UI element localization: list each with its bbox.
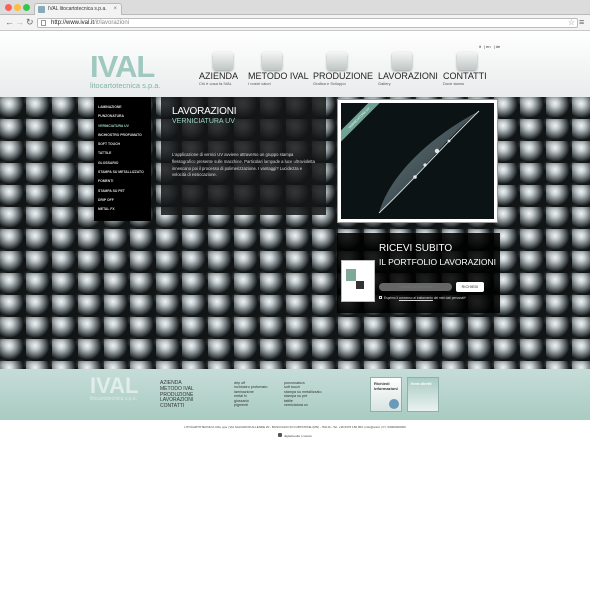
method-icon bbox=[262, 52, 282, 70]
submenu-item-active[interactable]: VERNICIATURA UV bbox=[94, 124, 151, 133]
submenu-item[interactable]: STAMPA SU PET bbox=[94, 189, 151, 198]
portfolio-thumbnail bbox=[341, 260, 375, 302]
feather-image: VERNICIATURA UV bbox=[341, 103, 494, 219]
promo-title: RICEVI SUBITO bbox=[379, 243, 453, 254]
nav-label: LAVORAZIONI bbox=[378, 71, 438, 81]
feature-photo: VERNICIATURA UV bbox=[337, 99, 498, 223]
submenu-item[interactable]: LAMINAZIONE bbox=[94, 105, 151, 114]
language-switcher: it | en | de bbox=[479, 44, 501, 49]
page-subtitle: VERNICIATURA UV bbox=[172, 118, 235, 125]
page-title: LAVORAZIONI bbox=[172, 106, 237, 117]
request-info-box[interactable]: Richiedi informazioni bbox=[370, 377, 402, 412]
nav-sublabel: Grafica e Sviluppo bbox=[313, 81, 346, 86]
footer-logo[interactable]: IVAL litocartotecnica s.p.a. bbox=[90, 373, 139, 403]
browser-tab[interactable]: IVAL litocartotecnica s.p.a. × bbox=[34, 3, 122, 15]
nav-sublabel: Gallery bbox=[378, 81, 391, 86]
fair-label: fiera diretti bbox=[411, 381, 432, 386]
submenu-item[interactable]: TATTILE bbox=[94, 151, 151, 160]
footer-logo-mark: IVAL bbox=[90, 373, 139, 398]
footer-process-links-1: drip off inchiostro profumato laminazion… bbox=[234, 381, 267, 407]
page-icon bbox=[41, 20, 46, 26]
production-icon bbox=[327, 52, 347, 70]
nav-label: PRODUZIONE bbox=[313, 71, 374, 81]
nav-label: AZIENDA bbox=[199, 71, 239, 81]
nav-produzione[interactable]: PRODUZIONE Grafica e Sviluppo bbox=[313, 52, 373, 86]
nav-label: METODO IVAL bbox=[248, 71, 309, 81]
footer-main-links: AZIENDA METODO IVAL PRODUZIONE LAVORAZIO… bbox=[160, 380, 194, 410]
url-host: http://www.ival.it bbox=[51, 20, 95, 26]
footer-link[interactable]: pigmenti bbox=[234, 403, 267, 407]
footer-link[interactable]: CONTATTI bbox=[160, 403, 194, 410]
submenu-item[interactable]: METAL FX bbox=[94, 207, 151, 216]
submenu-item[interactable]: STAMPA SU METALLIZZATO bbox=[94, 170, 151, 179]
footer-logo-subtitle: litocartotecnica s.p.a. bbox=[90, 396, 137, 402]
lavorazioni-submenu: LAMINAZIONE PUNZONATURA VERNICIATURA UV … bbox=[94, 97, 151, 221]
submenu-item[interactable]: INCHIOSTRO PROFUMATO bbox=[94, 133, 151, 142]
nav-sublabel: I nostri valori bbox=[248, 81, 271, 86]
submenu-item[interactable]: PUNZONATURA bbox=[94, 114, 151, 123]
nav-metodo-ival[interactable]: METODO IVAL I nostri valori bbox=[248, 52, 309, 86]
consent-checkbox[interactable] bbox=[379, 296, 382, 299]
privacy-link[interactable]: consenso al trattamento bbox=[399, 296, 433, 300]
privacy-suffix: dei miei dati personali* bbox=[433, 296, 466, 300]
browser-toolbar: ← → ↻ http://www.ival.it/it/lavorazioni … bbox=[0, 15, 590, 31]
credit-line[interactable]: digitalmedia | custom bbox=[0, 433, 590, 438]
lang-it[interactable]: it bbox=[479, 44, 481, 49]
nav-azienda[interactable]: AZIENDA Chi è cosa fa IVAL bbox=[199, 52, 238, 86]
portfolio-request-box: RICEVI SUBITO IL PORTFOLIO LAVORAZIONI R… bbox=[337, 233, 500, 313]
request-button[interactable]: RICHIEDI bbox=[456, 282, 484, 292]
back-icon[interactable]: ← bbox=[5, 17, 14, 28]
nav-lavorazioni[interactable]: LAVORAZIONI Gallery bbox=[378, 52, 438, 86]
browser-tab-bar: IVAL litocartotecnica s.p.a. × bbox=[0, 0, 590, 15]
close-window-button[interactable] bbox=[5, 4, 12, 11]
logo-subtitle: litocartotecnica s.p.a. bbox=[90, 81, 161, 90]
company-info: LITOCARTOTECNICA IVAL spa | VIA SALVADOR… bbox=[184, 425, 406, 429]
close-tab-icon[interactable]: × bbox=[113, 4, 117, 15]
submenu-item[interactable]: SOFT TOUCH bbox=[94, 142, 151, 151]
nav-sublabel: Dove siamo bbox=[443, 81, 465, 86]
request-info-label: Richiedi informazioni bbox=[374, 381, 398, 391]
web-page: it | en | de IVAL litocartotecnica s.p.a. … bbox=[0, 32, 590, 590]
privacy-consent[interactable]: Esprimo il consenso al trattamento dei m… bbox=[379, 296, 466, 300]
reload-icon[interactable]: ↻ bbox=[26, 17, 34, 28]
address-bar[interactable]: http://www.ival.it/it/lavorazioni ☆ bbox=[37, 18, 578, 28]
privacy-prefix: Esprimo il bbox=[384, 296, 398, 300]
content-panel: LAVORAZIONI VERNICIATURA UV L'applicazio… bbox=[161, 97, 326, 215]
lang-de[interactable]: de bbox=[496, 44, 500, 49]
gallery-icon bbox=[392, 52, 412, 70]
office-icon bbox=[213, 52, 233, 70]
minimize-window-button[interactable] bbox=[14, 4, 21, 11]
url-path: /it/lavorazioni bbox=[94, 20, 130, 26]
site-logo[interactable]: IVAL litocartotecnica s.p.a. bbox=[90, 49, 161, 90]
forward-icon[interactable]: → bbox=[15, 17, 24, 28]
feather-illustration bbox=[378, 110, 480, 214]
page-body-text: L'applicazione di vernici UV avviene att… bbox=[172, 152, 315, 178]
footer-link[interactable]: verniciatura uv bbox=[284, 403, 322, 407]
contact-icon bbox=[457, 52, 477, 70]
credit-text: digitalmedia | custom bbox=[283, 434, 313, 438]
submenu-item[interactable]: DRIP OFF bbox=[94, 198, 151, 207]
fair-box[interactable]: fiera diretti bbox=[407, 377, 439, 412]
lang-en[interactable]: en bbox=[486, 44, 490, 49]
browser-menu-icon[interactable]: ≡ bbox=[579, 17, 584, 27]
info-icon bbox=[389, 399, 399, 409]
tab-title: IVAL litocartotecnica s.p.a. bbox=[48, 6, 107, 12]
hero-background: LAMINAZIONE PUNZONATURA VERNICIATURA UV … bbox=[0, 97, 590, 369]
nav-contatti[interactable]: CONTATTI Dove siamo bbox=[443, 52, 487, 86]
promo-subtitle: IL PORTFOLIO LAVORAZIONI bbox=[379, 257, 496, 267]
email-input[interactable] bbox=[379, 283, 452, 291]
maximize-window-button[interactable] bbox=[23, 4, 30, 11]
submenu-item[interactable]: GLOSSARIO bbox=[94, 161, 151, 170]
footer-process-links-2: punzonatura soft touch stampa su metalli… bbox=[284, 381, 322, 407]
credit-logo-icon bbox=[277, 433, 282, 437]
nav-label: CONTATTI bbox=[443, 71, 487, 81]
nav-sublabel: Chi è cosa fa IVAL bbox=[199, 81, 232, 86]
site-footer: IVAL litocartotecnica s.p.a. AZIENDA MET… bbox=[0, 369, 590, 420]
submenu-item[interactable]: FOMENTI bbox=[94, 179, 151, 188]
bookmark-star-icon[interactable]: ☆ bbox=[568, 18, 575, 27]
favicon-icon bbox=[38, 6, 45, 13]
site-header: it | en | de IVAL litocartotecnica s.p.a. … bbox=[0, 32, 590, 97]
logo-mark: IVAL bbox=[90, 49, 155, 84]
